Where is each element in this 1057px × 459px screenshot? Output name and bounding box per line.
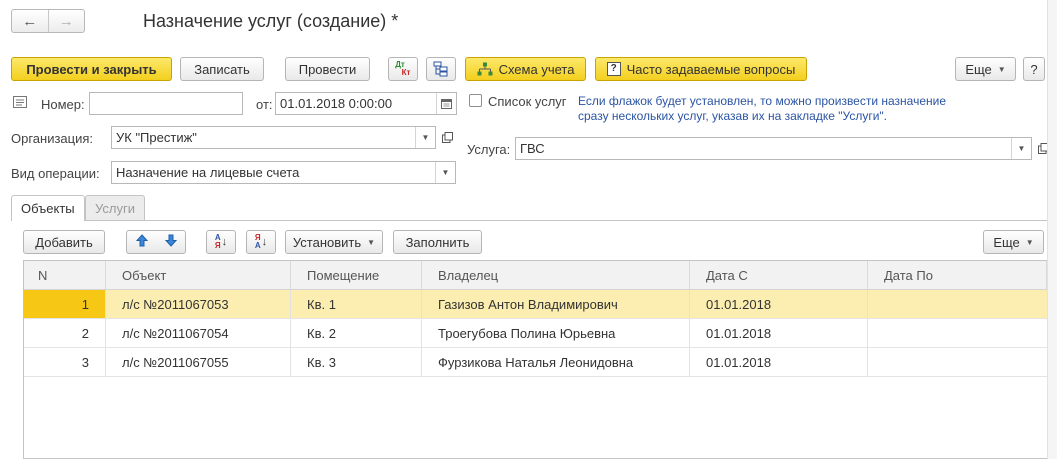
move-up-icon[interactable] bbox=[135, 234, 148, 250]
column-header-owner[interactable]: Владелец bbox=[422, 261, 690, 289]
tab-services[interactable]: Услуги bbox=[85, 195, 145, 220]
organization-label: Организация: bbox=[11, 131, 94, 146]
table-header: N Объект Помещение Владелец Дата С Дата … bbox=[24, 261, 1047, 290]
set-button[interactable]: Установить ▼ bbox=[285, 230, 383, 254]
post-and-close-button[interactable]: Провести и закрыть bbox=[11, 57, 172, 81]
tab-divider bbox=[11, 220, 1047, 221]
fill-button[interactable]: Заполнить bbox=[393, 230, 482, 254]
sort-ascending-button[interactable]: А Я ↓ bbox=[206, 230, 236, 254]
date-input[interactable]: 01.01.2018 0:00:00 bbox=[275, 92, 457, 115]
table-row[interactable]: 2 л/с №2011067054 Кв. 2 Троегубова Полин… bbox=[24, 319, 1047, 348]
save-button[interactable]: Записать bbox=[180, 57, 264, 81]
table-row[interactable]: 1 л/с №2011067053 Кв. 1 Газизов Антон Вл… bbox=[24, 290, 1047, 319]
services-list-label: Список услуг bbox=[488, 94, 567, 109]
column-header-n[interactable]: N bbox=[24, 261, 106, 289]
open-organization-button[interactable] bbox=[438, 126, 456, 149]
services-list-hint: Если флажок будет установлен, то можно п… bbox=[578, 94, 947, 123]
table-more-menu-button[interactable]: Еще ▼ bbox=[983, 230, 1044, 254]
open-form-icon bbox=[441, 132, 453, 143]
service-label: Услуга: bbox=[467, 142, 511, 157]
organization-field[interactable]: УК "Престиж" ▼ bbox=[111, 126, 436, 149]
help-button[interactable]: ? bbox=[1023, 57, 1045, 81]
chevron-down-icon: ▼ bbox=[1025, 237, 1034, 247]
column-header-date-from[interactable]: Дата С bbox=[690, 261, 868, 289]
window-scrollbar[interactable] bbox=[1047, 0, 1057, 459]
number-input[interactable] bbox=[89, 92, 243, 115]
page-title: Назначение услуг (создание) * bbox=[143, 11, 399, 31]
tab-objects[interactable]: Объекты bbox=[11, 195, 85, 221]
chevron-down-icon: ▼ bbox=[367, 237, 376, 247]
accounting-scheme-button[interactable]: Схема учета bbox=[465, 57, 586, 81]
selected-row-marker bbox=[24, 290, 105, 318]
structure-button[interactable] bbox=[426, 57, 456, 81]
question-icon: ? bbox=[606, 62, 621, 76]
chevron-down-icon: ▼ bbox=[997, 64, 1006, 74]
services-list-checkbox[interactable] bbox=[469, 94, 482, 107]
operation-type-label: Вид операции: bbox=[11, 166, 100, 181]
faq-label: Часто задаваемые вопросы bbox=[626, 61, 796, 77]
column-header-object[interactable]: Объект bbox=[106, 261, 291, 289]
number-label: Номер: bbox=[41, 97, 85, 112]
back-arrow-icon[interactable]: ← bbox=[12, 10, 48, 32]
move-down-icon[interactable] bbox=[164, 234, 177, 250]
column-header-date-to[interactable]: Дата По bbox=[868, 261, 1047, 289]
scheme-icon bbox=[477, 62, 493, 76]
date-label: от: bbox=[256, 97, 273, 112]
accounting-scheme-label: Схема учета bbox=[498, 61, 575, 77]
post-button[interactable]: Провести bbox=[285, 57, 370, 81]
set-label: Установить bbox=[292, 234, 362, 250]
navigation-buttons: ← → bbox=[11, 9, 85, 33]
more-label: Еще bbox=[965, 61, 992, 77]
chevron-down-icon[interactable]: ▼ bbox=[415, 127, 435, 148]
table-more-label: Еще bbox=[993, 234, 1020, 250]
faq-button[interactable]: ? Часто задаваемые вопросы bbox=[595, 57, 807, 81]
service-field[interactable]: ГВС ▼ bbox=[515, 137, 1032, 160]
chevron-down-icon[interactable]: ▼ bbox=[1011, 138, 1031, 159]
table-row[interactable]: 3 л/с №2011067055 Кв. 3 Фурзикова Наталь… bbox=[24, 348, 1047, 377]
chevron-down-icon[interactable]: ▼ bbox=[435, 162, 455, 183]
objects-table: N Объект Помещение Владелец Дата С Дата … bbox=[23, 260, 1047, 459]
forward-arrow-icon[interactable]: → bbox=[47, 10, 85, 32]
column-header-room[interactable]: Помещение bbox=[291, 261, 422, 289]
number-list-icon bbox=[13, 96, 27, 108]
move-buttons bbox=[126, 230, 186, 254]
more-menu-button[interactable]: Еще ▼ bbox=[955, 57, 1016, 81]
dt-kt-icon: Дт Кт bbox=[395, 60, 411, 77]
calendar-icon[interactable] bbox=[436, 93, 456, 114]
dt-kt-button[interactable]: Дт Кт bbox=[388, 57, 418, 81]
sort-descending-icon: Я А ↓ bbox=[254, 233, 268, 250]
add-button[interactable]: Добавить bbox=[23, 230, 105, 254]
hierarchy-icon bbox=[433, 61, 448, 77]
operation-type-field[interactable]: Назначение на лицевые счета ▼ bbox=[111, 161, 456, 184]
sort-descending-button[interactable]: Я А ↓ bbox=[246, 230, 276, 254]
sort-ascending-icon: А Я ↓ bbox=[214, 233, 228, 250]
